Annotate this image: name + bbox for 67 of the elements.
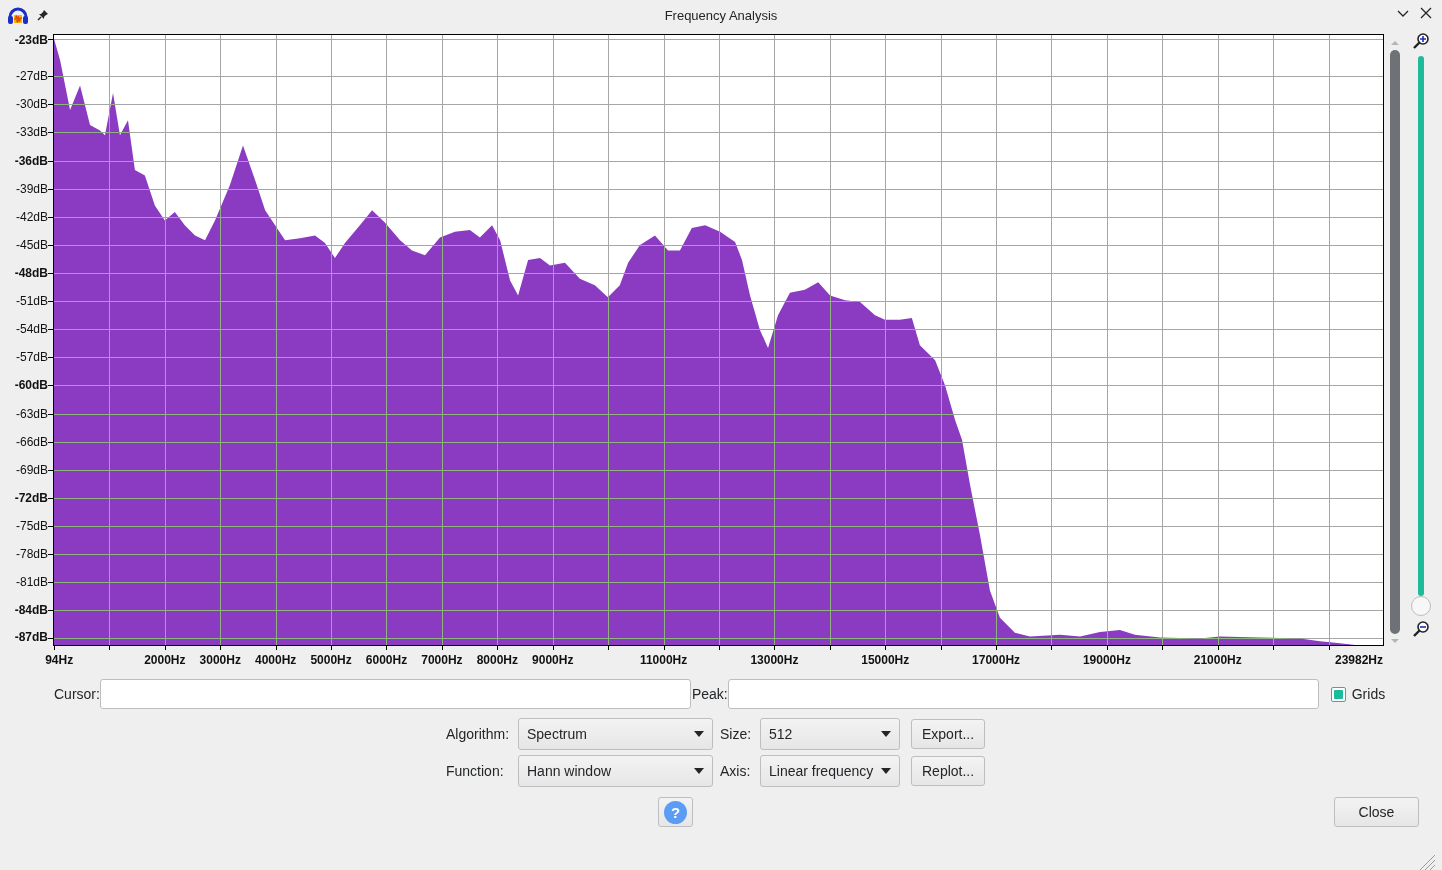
frequency-label: 94Hz (45, 653, 74, 667)
caret-icon (881, 731, 891, 737)
headphones-icon (7, 5, 29, 25)
export-button[interactable]: Export... (911, 719, 985, 749)
close-button[interactable]: Close (1334, 797, 1419, 827)
grids-label: Grids (1351, 686, 1386, 702)
frequency-label: 23982Hz (1334, 653, 1383, 667)
frequency-label: 6000Hz (365, 653, 408, 667)
decibel-label: -45dB (15, 237, 48, 252)
size-label: Size: (719, 726, 753, 742)
algorithm-dropdown[interactable]: Spectrum (518, 718, 713, 750)
frequency-label: 11000Hz (639, 653, 688, 667)
decibel-label: -42dB (15, 209, 48, 224)
resize-grip-icon[interactable] (1418, 854, 1436, 870)
decibel-label: -87dB (14, 630, 48, 645)
decibel-label: -57dB (15, 350, 48, 365)
decibel-label: -78dB (15, 547, 48, 562)
frequency-label: 8000Hz (476, 653, 518, 667)
frequency-label: 17000Hz (972, 653, 1021, 667)
function-dropdown[interactable]: Hann window (518, 755, 713, 787)
axis-dropdown[interactable]: Linear frequency (760, 755, 900, 787)
size-dropdown[interactable]: 512 (760, 718, 900, 750)
window-title: Frequency Analysis (664, 7, 778, 23)
decibel-label: -36dB (14, 153, 48, 168)
decibel-label: -75dB (15, 519, 48, 533)
decibel-label: -60dB (14, 378, 48, 393)
peak-label: Peak: (691, 686, 728, 702)
decibel-label: -66dB (15, 434, 48, 449)
decibel-label: -39dB (15, 181, 48, 196)
caret-icon (694, 731, 704, 737)
decibel-label: -30dB (15, 97, 48, 112)
caret-icon (881, 768, 891, 774)
decibel-label: -81dB (15, 575, 48, 590)
axis-label: Axis: (719, 763, 752, 779)
frequency-label: 9000Hz (532, 653, 574, 667)
decibel-label: -63dB (15, 406, 48, 421)
decibel-label: -84dB (14, 603, 48, 618)
caret-icon (694, 768, 704, 774)
decibel-label: -27dB (15, 69, 48, 84)
frequency-label: 21000Hz (1193, 653, 1242, 667)
frequency-label: 19000Hz (1082, 653, 1131, 667)
close-icon[interactable] (1420, 7, 1432, 19)
zoom-out-icon[interactable] (1412, 620, 1430, 638)
decibel-label: -33dB (15, 125, 48, 140)
algorithm-label: Algorithm: (446, 726, 511, 742)
zoom-slider[interactable] (1411, 596, 1431, 616)
grids-checkbox[interactable] (1330, 686, 1346, 702)
frequency-label: 7000Hz (421, 653, 463, 667)
decibel-label: -54dB (15, 322, 48, 337)
frequency-label: 4000Hz (255, 653, 297, 667)
pin-icon[interactable] (37, 9, 49, 21)
decibel-label: -48dB (14, 266, 48, 280)
decibel-label: -51dB (15, 294, 48, 309)
peak-field[interactable] (727, 679, 1319, 709)
frequency-label: 3000Hz (199, 653, 241, 667)
replot-button[interactable]: Replot... (911, 756, 985, 786)
function-label: Function: (446, 763, 505, 779)
frequency-label: 2000Hz (144, 653, 186, 667)
decibel-label: -72dB (14, 490, 48, 505)
frequency-label: 15000Hz (861, 653, 910, 667)
cursor-field[interactable] (99, 679, 691, 709)
decibel-label: -69dB (15, 462, 48, 477)
frequency-label: 5000Hz (310, 653, 352, 667)
zoom-in-icon[interactable] (1412, 32, 1430, 50)
cursor-label: Cursor: (54, 686, 100, 702)
decibel-label: -23dB (14, 32, 48, 47)
frequency-label: 13000Hz (750, 653, 799, 667)
